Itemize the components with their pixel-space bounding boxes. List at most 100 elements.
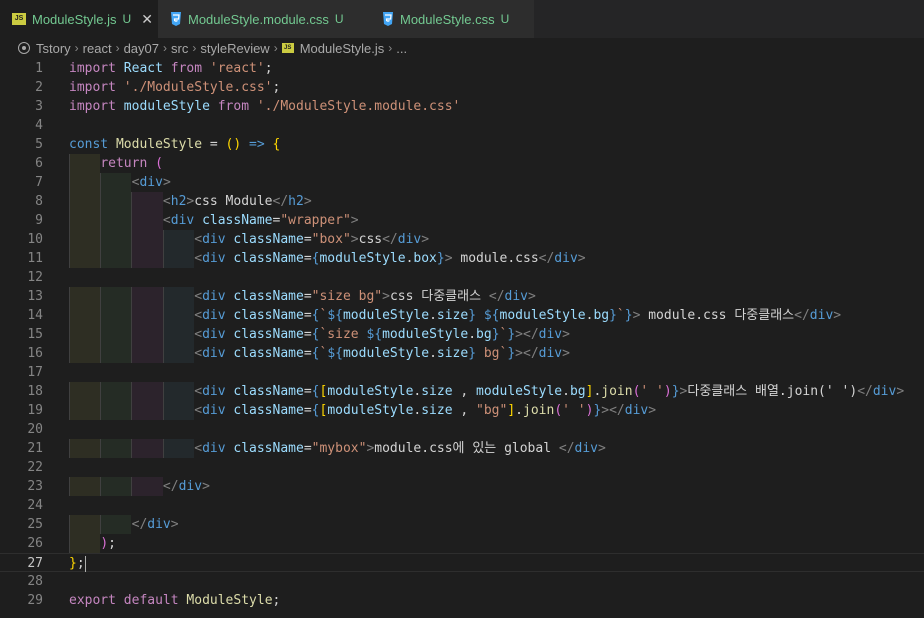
line-number: 21 [27,441,43,456]
code-line[interactable]: 28 [0,572,924,591]
close-icon[interactable]: ✕ [141,11,153,28]
code-line[interactable]: 11 <div className={moduleStyle.box}> mod… [0,249,924,268]
code-line[interactable]: 18 <div className={[moduleStyle.size , m… [0,382,924,401]
code-line[interactable]: 22 [0,458,924,477]
line-number: 6 [35,156,43,171]
tab-label: ModuleStyle.css [400,11,495,27]
code-line[interactable]: 1 import React from 'react'; [0,59,924,78]
line-number: 5 [35,137,43,152]
code-text: </div> [131,517,179,532]
code-line[interactable]: 6 return ( [0,154,924,173]
breadcrumb-item-src[interactable]: src [171,41,188,56]
breadcrumb-item-stylereview[interactable]: styleReview [200,41,269,56]
code-line[interactable]: 13 <div className="size bg">css 다중클래스 </… [0,287,924,306]
code-line[interactable]: 12 [0,268,924,287]
code-text: <div className={`size ${moduleStyle.bg}`… [194,327,570,342]
code-text: <div className="box">css</div> [194,232,430,247]
code-text: <div className={[moduleStyle.size , modu… [194,384,905,399]
untracked-badge: U [334,12,344,26]
code-text: <div className={[moduleStyle.size , "bg"… [194,403,657,418]
code-text: <div className="mybox">module.css에 있는 gl… [194,441,606,456]
line-number: 23 [27,479,43,494]
tab-label: ModuleStyle.module.css [188,11,329,27]
code-line[interactable]: 2 import './ModuleStyle.css'; [0,78,924,97]
code-line[interactable]: 3 import moduleStyle from './ModuleStyle.… [0,97,924,116]
untracked-badge: U [122,12,132,26]
line-number: 15 [27,327,43,342]
code-line[interactable]: 23 </div> [0,477,924,496]
line-number: 27 [27,556,43,571]
chevron-right-icon: › [115,41,120,55]
code-text: }; [69,555,86,572]
breadcrumb-item-symbols[interactable]: ... [396,41,407,56]
breadcrumb-item-day07[interactable]: day07 [124,41,159,56]
tab-modulestyle-module-css[interactable]: ModuleStyle.module.css U [158,0,370,38]
line-number: 2 [35,80,43,95]
code-text: export default ModuleStyle; [69,593,281,608]
code-text: return ( [100,156,163,171]
code-text: ); [100,536,116,551]
line-number: 28 [27,574,43,589]
breadcrumb-item-react[interactable]: react [83,41,112,56]
code-text: <h2>css Module</h2> [162,194,312,209]
line-number: 25 [27,517,43,532]
chevron-right-icon: › [273,41,278,55]
code-line[interactable]: 14 <div className={`${moduleStyle.size} … [0,306,924,325]
tab-label: ModuleStyle.js [32,11,117,27]
breadcrumb-item-file[interactable]: ModuleStyle.js [300,41,385,56]
code-line[interactable]: 15 <div className={`size ${moduleStyle.b… [0,325,924,344]
code-line[interactable]: 5 const ModuleStyle = () => { [0,135,924,154]
code-line[interactable]: 8 <h2>css Module</h2> [0,192,924,211]
breadcrumb-item-tstory[interactable]: Tstory [36,41,71,56]
code-text: </div> [162,479,210,494]
code-text: import './ModuleStyle.css'; [69,80,281,95]
code-text: import React from 'react'; [69,61,273,76]
code-line[interactable]: 21 <div className="mybox">module.css에 있는… [0,439,924,458]
css-file-icon [170,12,182,26]
code-line[interactable]: 29 export default ModuleStyle; [0,591,924,610]
code-line[interactable]: 20 [0,420,924,439]
code-line[interactable]: 4 [0,116,924,135]
line-number: 8 [35,194,43,209]
code-text: <div className="size bg">css 다중클래스 </div… [194,289,536,304]
code-line[interactable]: 24 [0,496,924,515]
code-line[interactable]: 19 <div className={[moduleStyle.size , "… [0,401,924,420]
code-editor[interactable]: 1 import React from 'react'; 2 import './Mo… [0,58,924,618]
code-text: const ModuleStyle = () => { [69,137,281,152]
line-number: 29 [27,593,43,608]
line-number: 13 [27,289,43,304]
line-number: 4 [35,118,43,133]
line-number: 11 [27,251,43,266]
code-text: <div className={moduleStyle.box}> module… [194,251,586,266]
js-file-icon: JS [281,43,294,53]
code-line[interactable]: 7 <div> [0,173,924,192]
code-line[interactable]: 9 <div className="wrapper"> [0,211,924,230]
line-number: 3 [35,99,43,114]
chevron-right-icon: › [163,41,167,55]
code-text: <div className={`${moduleStyle.size} ${m… [194,308,842,323]
code-line[interactable]: 27}; [0,553,924,572]
line-number: 7 [35,175,43,190]
code-line[interactable]: 16 <div className={`${moduleStyle.size} … [0,344,924,363]
line-number: 20 [27,422,43,437]
line-number: 9 [35,213,43,228]
chevron-right-icon: › [388,41,393,55]
code-line[interactable]: 17 [0,363,924,382]
css-file-icon [382,12,394,26]
untracked-badge: U [500,12,510,26]
line-number: 26 [27,536,43,551]
line-number: 12 [27,270,43,285]
code-text: <div className="wrapper"> [162,213,359,228]
code-text: <div> [131,175,171,190]
code-line[interactable]: 10 <div className="box">css</div> [0,230,924,249]
line-number: 18 [27,384,43,399]
code-line[interactable]: 26 ); [0,534,924,553]
line-number: 10 [27,232,43,247]
code-line[interactable]: 25 </div> [0,515,924,534]
tab-modulestyle-js[interactable]: JS ModuleStyle.js U ✕ [0,0,158,38]
chevron-right-icon: › [192,41,197,55]
tab-bar: JS ModuleStyle.js U ✕ ModuleStyle.module… [0,0,924,38]
js-file-icon: JS [12,13,26,25]
tab-modulestyle-css[interactable]: ModuleStyle.css U [370,0,534,38]
line-number: 19 [27,403,43,418]
